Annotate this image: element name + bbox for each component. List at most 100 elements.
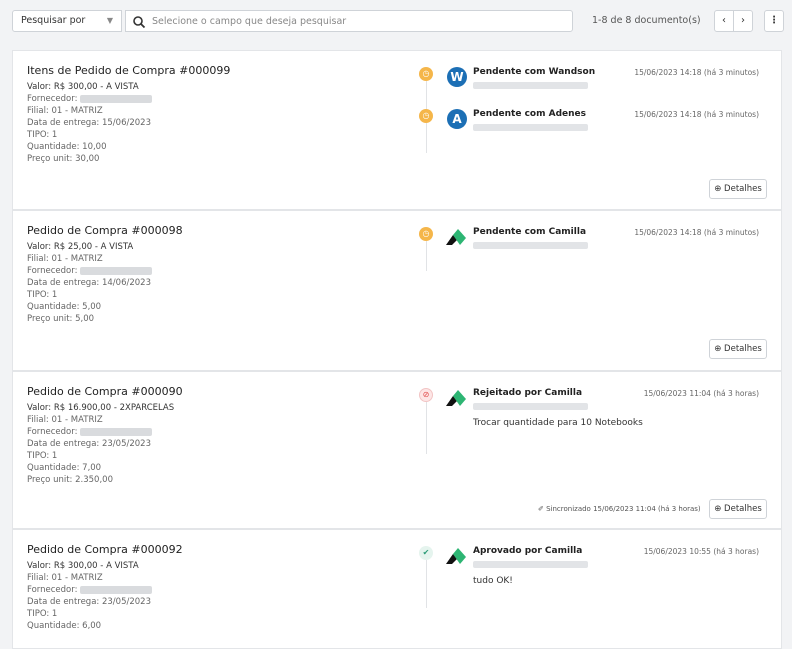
quantity-field: Quantidade: 5,00 — [27, 302, 102, 312]
quantity-field: Quantidade: 6,00 — [27, 621, 102, 631]
approval-status: Rejeitado por Camilla — [473, 388, 583, 398]
approval-time: 15/06/2023 10:55 (há 3 horas) — [643, 547, 759, 556]
next-page-button[interactable]: › — [733, 10, 753, 32]
document-info: Valor: R$ 25,00 - A VISTA Filial: 01 - M… — [27, 241, 153, 325]
check-icon: ✔ — [419, 546, 433, 560]
redacted-email — [473, 82, 588, 89]
type-field: TIPO: 1 — [27, 609, 58, 619]
redacted-supplier — [80, 585, 153, 594]
document-value: Valor: R$ 300,00 - A VISTA — [27, 561, 139, 571]
document-title: Itens de Pedido de Compra #000099 — [27, 64, 231, 77]
supplier-label: Fornecedor: — [27, 94, 78, 104]
document-card[interactable]: Pedido de Compra #000092 Valor: R$ 300,0… — [12, 529, 782, 649]
unit-price-field: Preço unit: 30,00 — [27, 154, 100, 164]
sync-status: ✐ Sincronizado 15/06/2023 11:04 (há 3 ho… — [538, 505, 701, 513]
search-input[interactable] — [152, 13, 562, 29]
details-button[interactable]: ⊕ Detalhes — [709, 339, 767, 359]
document-title: Pedido de Compra #000090 — [27, 385, 183, 398]
type-field: TIPO: 1 — [27, 130, 58, 140]
quantity-field: Quantidade: 10,00 — [27, 142, 107, 152]
chevron-down-icon: ▼ — [106, 16, 113, 25]
chevron-left-icon: ‹ — [722, 15, 726, 26]
search-box — [125, 10, 573, 32]
unit-price-field: Preço unit: 2.350,00 — [27, 475, 113, 485]
supplier-field: Fornecedor: — [27, 93, 153, 105]
delivery-date: Data de entrega: 23/05/2023 — [27, 597, 151, 607]
zoom-icon: ⊕ — [714, 344, 722, 354]
approval-comment: Trocar quantidade para 10 Notebooks — [473, 418, 643, 428]
branch-field: Filial: 01 - MATRIZ — [27, 254, 103, 264]
company-logo-icon — [446, 390, 466, 406]
approval-status: Pendente com Adenes — [473, 109, 587, 119]
document-card[interactable]: Pedido de Compra #000098 Valor: R$ 25,00… — [12, 210, 782, 371]
pending-clock-icon: ◷ — [419, 109, 433, 123]
supplier-field: Fornecedor: — [27, 265, 153, 277]
approval-comment: tudo OK! — [473, 576, 513, 586]
timeline-line — [426, 560, 427, 608]
approval-status: Aprovado por Camilla — [473, 546, 583, 556]
supplier-label: Fornecedor: — [27, 585, 78, 595]
document-card[interactable]: Pedido de Compra #000090 Valor: R$ 16.90… — [12, 371, 782, 529]
approval-status: Pendente com Camilla — [473, 227, 587, 237]
approval-time: 15/06/2023 14:18 (há 3 minutos) — [634, 110, 759, 119]
zoom-icon: ⊕ — [714, 504, 722, 514]
search-icon — [133, 16, 146, 29]
redacted-email — [473, 124, 588, 131]
approval-status: Pendente com Wandson — [473, 67, 596, 77]
document-value: Valor: R$ 25,00 - A VISTA — [27, 242, 134, 252]
search-field-select-label: Pesquisar por — [21, 15, 86, 26]
document-info: Valor: R$ 300,00 - A VISTA Fornecedor: F… — [27, 81, 153, 165]
details-label: Detalhes — [724, 344, 762, 354]
quantity-field: Quantidade: 7,00 — [27, 463, 102, 473]
document-info: Valor: R$ 300,00 - A VISTA Filial: 01 - … — [27, 560, 153, 632]
redacted-supplier — [80, 427, 153, 436]
redacted-email — [473, 561, 588, 568]
supplier-label: Fornecedor: — [27, 427, 78, 437]
supplier-field: Fornecedor: — [27, 426, 174, 438]
pending-clock-icon: ◷ — [419, 67, 433, 81]
branch-field: Filial: 01 - MATRIZ — [27, 573, 103, 583]
redacted-email — [473, 403, 588, 410]
document-value: Valor: R$ 300,00 - A VISTA — [27, 82, 139, 92]
approval-time: 15/06/2023 14:18 (há 3 minutos) — [634, 68, 759, 77]
delivery-date: Data de entrega: 14/06/2023 — [27, 278, 151, 288]
avatar: A — [447, 109, 467, 129]
prev-page-button[interactable]: ‹ — [714, 10, 734, 32]
avatar: W — [447, 67, 467, 87]
redacted-supplier — [80, 94, 153, 103]
redacted-supplier — [80, 266, 153, 275]
delivery-date: Data de entrega: 15/06/2023 — [27, 118, 151, 128]
details-label: Detalhes — [724, 504, 762, 514]
document-value: Valor: R$ 16.900,00 - 2XPARCELAS — [27, 403, 175, 413]
toolbar: Pesquisar por ▼ 1-8 de 8 documento(s) ‹ … — [12, 10, 784, 34]
approval-time: 15/06/2023 14:18 (há 3 minutos) — [634, 228, 759, 237]
document-info: Valor: R$ 16.900,00 - 2XPARCELAS Filial:… — [27, 402, 174, 486]
supplier-label: Fornecedor: — [27, 266, 78, 276]
document-title: Pedido de Compra #000092 — [27, 543, 183, 556]
zoom-icon: ⊕ — [714, 184, 722, 194]
company-logo-icon — [446, 229, 466, 245]
redacted-email — [473, 242, 588, 249]
details-button[interactable]: ⊕ Detalhes — [709, 179, 767, 199]
delivery-date: Data de entrega: 23/05/2023 — [27, 439, 151, 449]
type-field: TIPO: 1 — [27, 451, 58, 461]
branch-field: Filial: 01 - MATRIZ — [27, 415, 103, 425]
timeline-line — [426, 241, 427, 271]
unit-price-field: Preço unit: 5,00 — [27, 314, 95, 324]
pagination-count: 1-8 de 8 documento(s) — [592, 15, 701, 26]
supplier-field: Fornecedor: — [27, 584, 153, 596]
search-field-select[interactable]: Pesquisar por ▼ — [12, 10, 122, 32]
chevron-right-icon: › — [741, 15, 745, 26]
more-options-button[interactable]: ⋮ — [764, 10, 784, 32]
rejected-icon: ⊘ — [419, 388, 433, 402]
kebab-menu-icon: ⋮ — [769, 15, 779, 26]
details-button[interactable]: ⊕ Detalhes — [709, 499, 767, 519]
branch-field: Filial: 01 - MATRIZ — [27, 106, 103, 116]
details-label: Detalhes — [724, 184, 762, 194]
type-field: TIPO: 1 — [27, 290, 58, 300]
pending-clock-icon: ◷ — [419, 227, 433, 241]
company-logo-icon — [446, 548, 466, 564]
timeline-line — [426, 402, 427, 454]
document-title: Pedido de Compra #000098 — [27, 224, 183, 237]
document-card[interactable]: Itens de Pedido de Compra #000099 Valor:… — [12, 50, 782, 210]
